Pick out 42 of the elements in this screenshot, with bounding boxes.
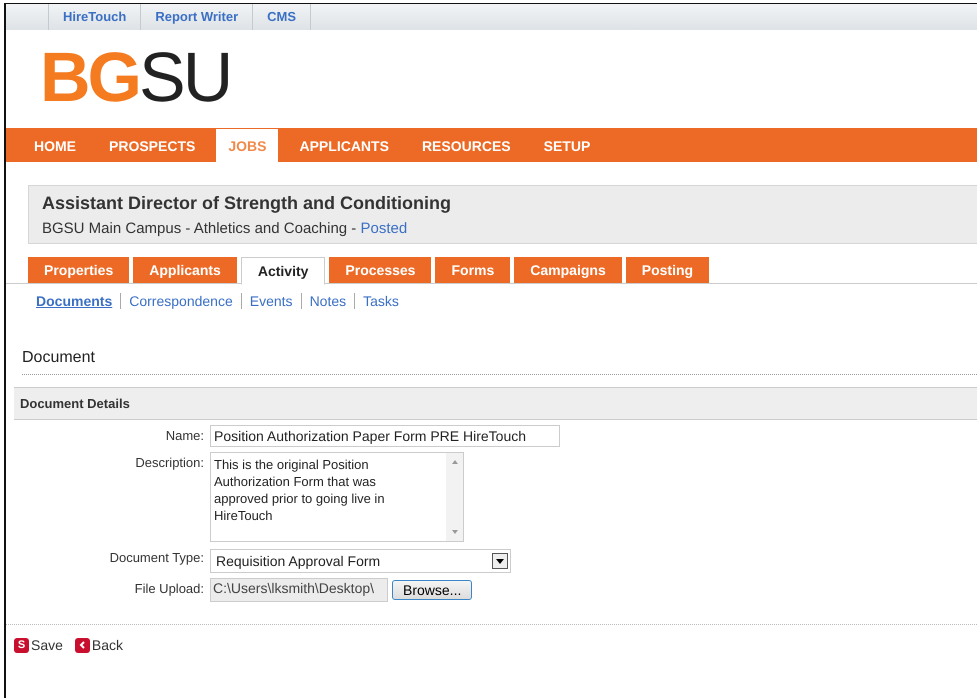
nav-item[interactable]: RESOURCES xyxy=(410,129,523,162)
tab[interactable]: Forms xyxy=(435,257,510,283)
page-heading: Document xyxy=(22,349,977,375)
job-subtitle: BGSU Main Campus - Athletics and Coaching - Posted xyxy=(42,220,408,237)
tab[interactable]: Properties xyxy=(28,257,130,283)
nav-item[interactable]: HOME xyxy=(22,129,88,162)
sub-nav-link[interactable]: Events xyxy=(250,293,293,309)
sub-nav-link[interactable]: Documents xyxy=(36,293,112,309)
scrollbar[interactable] xyxy=(446,453,463,541)
nav-item[interactable]: PROSPECTS xyxy=(97,129,208,162)
field-label: Document Type: xyxy=(108,549,204,565)
name-field[interactable]: Position Authorization Paper Form PRE HireTouch xyxy=(210,425,560,447)
nav-item[interactable]: JOBS xyxy=(216,129,278,162)
job-title: Assistant Director of Strength and Conditioning xyxy=(42,193,452,214)
tab[interactable]: Processes xyxy=(329,257,432,283)
tab[interactable]: Activity xyxy=(240,257,326,285)
save-icon: S xyxy=(14,638,29,652)
sub-nav-link[interactable]: Correspondence xyxy=(129,293,233,309)
scroll-up-arrow-icon[interactable] xyxy=(450,459,458,465)
file-path-field[interactable]: C:\Users\lksmith\Desktop\ xyxy=(210,578,388,602)
tab[interactable]: Applicants xyxy=(133,257,237,283)
top-link[interactable]: HireTouch xyxy=(48,4,142,30)
sub-nav-link[interactable]: Tasks xyxy=(363,293,399,309)
sub-nav-link[interactable]: Notes xyxy=(310,293,346,309)
browse-button[interactable]: Browse... xyxy=(392,580,472,600)
description-field[interactable]: This is the original Position Authorization Form that was approved prior to going live in HireTouch xyxy=(210,452,464,542)
nav-item[interactable]: SETUP xyxy=(532,129,602,162)
scroll-down-arrow-icon[interactable] xyxy=(450,529,458,535)
field-label: Description: xyxy=(134,454,204,470)
tab[interactable]: Posting xyxy=(626,257,710,283)
field-label: Name: xyxy=(164,427,204,443)
tab[interactable]: Campaigns xyxy=(514,257,622,283)
document-type-dropdown[interactable]: Requisition Approval Form xyxy=(210,549,511,573)
top-link[interactable]: Report Writer xyxy=(140,4,254,30)
field-label: File Upload: xyxy=(134,580,204,596)
section-title: Document Details xyxy=(20,396,130,411)
top-link[interactable]: CMS xyxy=(252,4,312,30)
nav-item[interactable]: APPLICANTS xyxy=(287,129,401,162)
back-button[interactable]: Back xyxy=(74,637,124,653)
save-button[interactable]: S Save xyxy=(14,637,63,653)
logo: BGSU xyxy=(40,44,230,112)
status-link[interactable]: Posted xyxy=(360,220,408,237)
